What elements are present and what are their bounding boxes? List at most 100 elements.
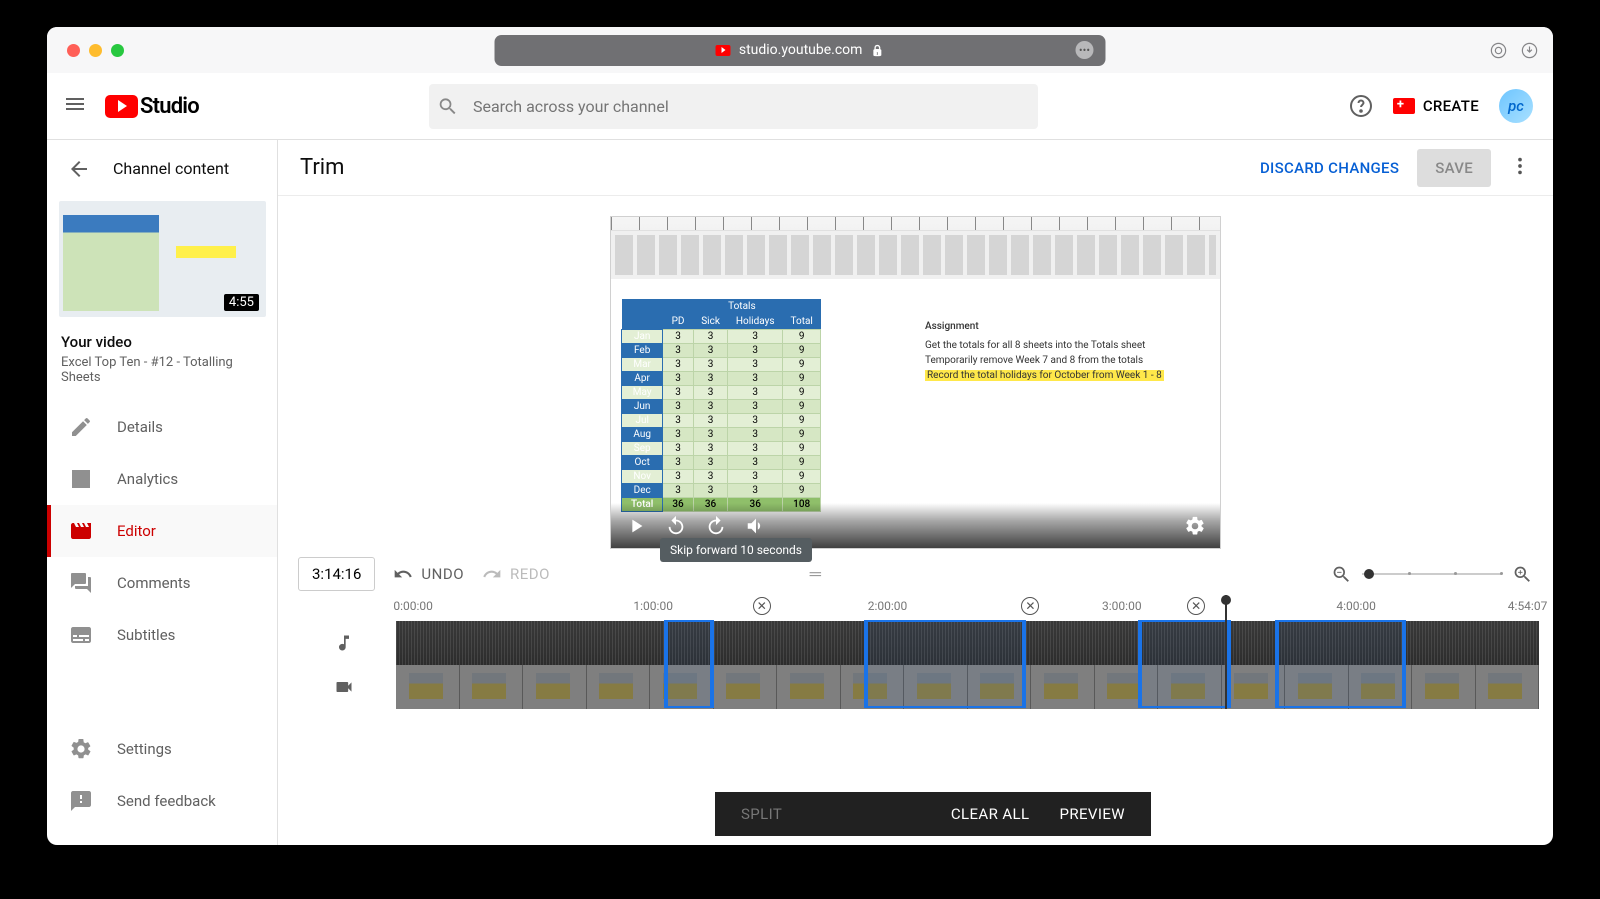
ruler-mark: 4:54:07 — [1508, 599, 1548, 613]
zoom-out-icon[interactable] — [1331, 564, 1352, 585]
nav-settings-label: Settings — [117, 740, 172, 758]
menu-icon[interactable] — [63, 92, 87, 120]
browser-titlebar: studio.youtube.com ••• — [47, 27, 1553, 73]
redo-button[interactable]: REDO — [482, 564, 550, 584]
close-window-icon[interactable] — [67, 44, 80, 57]
nav-analytics[interactable]: Analytics — [47, 453, 277, 505]
playhead[interactable] — [1225, 595, 1227, 709]
downloads-icon[interactable] — [1520, 41, 1539, 60]
timecode-input[interactable]: 3:14:16 — [298, 557, 375, 591]
youtube-logo-icon — [105, 95, 138, 118]
your-video-label: Your video — [61, 333, 263, 351]
zoom-in-icon[interactable] — [1512, 564, 1533, 585]
skip-forward-icon[interactable] — [705, 515, 727, 537]
nav-details[interactable]: Details — [47, 401, 277, 453]
more-options-button[interactable] — [1509, 155, 1531, 181]
traffic-lights[interactable] — [67, 44, 124, 57]
ruler-mark: 2:00:00 — [868, 599, 908, 613]
nav-subtitles[interactable]: Subtitles — [47, 609, 277, 661]
delete-segment-icon[interactable]: ✕ — [1021, 597, 1039, 615]
page-title: Trim — [300, 155, 344, 180]
video-thumbnail[interactable]: 4:55 — [59, 201, 265, 317]
undo-button[interactable]: UNDO — [393, 564, 464, 584]
help-icon[interactable] — [1349, 94, 1373, 118]
skip-back-icon[interactable] — [665, 515, 687, 537]
trim-segment[interactable] — [664, 620, 714, 708]
comments-icon — [69, 571, 93, 595]
youtube-favicon-icon — [716, 45, 731, 56]
ruler-mark: 1:00:00 — [633, 599, 673, 613]
url-text: studio.youtube.com — [739, 42, 863, 58]
minimize-window-icon[interactable] — [89, 44, 102, 57]
zoom-slider[interactable] — [1362, 573, 1502, 575]
timeline-ruler[interactable]: 0:00:00 1:00:00 2:00:00 3:00:00 4:00:00 … — [396, 599, 1539, 621]
ruler-mark: 0:00:00 — [393, 599, 433, 613]
nav-feedback[interactable]: Send feedback — [47, 775, 277, 827]
discard-changes-button[interactable]: DISCARD CHANGES — [1260, 159, 1399, 177]
split-button[interactable]: SPLIT — [715, 805, 808, 823]
volume-icon[interactable] — [745, 515, 767, 537]
clear-all-button[interactable]: CLEAR ALL — [951, 805, 1030, 823]
preview-assignment-text: Assignment Get the totals for all 8 shee… — [925, 321, 1164, 385]
panel-drag-handle[interactable]: ═ — [810, 564, 830, 584]
nav-analytics-label: Analytics — [117, 470, 178, 488]
nav-feedback-label: Send feedback — [117, 792, 216, 810]
video-camera-icon — [334, 677, 354, 697]
video-track-label[interactable] — [292, 665, 396, 709]
nav-editor-label: Editor — [117, 522, 156, 540]
play-icon[interactable] — [625, 515, 647, 537]
url-bar[interactable]: studio.youtube.com ••• — [495, 35, 1106, 66]
nav-editor[interactable]: Editor — [47, 505, 277, 557]
ruler-mark: 4:00:00 — [1336, 599, 1376, 613]
nav-comments-label: Comments — [117, 574, 191, 592]
redo-label: REDO — [510, 565, 550, 583]
music-note-icon — [334, 633, 354, 653]
preview-button[interactable]: PREVIEW — [1060, 805, 1126, 823]
delete-segment-icon[interactable]: ✕ — [1187, 597, 1205, 615]
trim-segment[interactable] — [864, 620, 1026, 708]
nav-details-label: Details — [117, 418, 163, 436]
trim-action-bar: SPLIT CLEAR ALL PREVIEW — [715, 792, 1151, 836]
privacy-report-icon[interactable] — [1489, 41, 1508, 60]
back-arrow-icon — [67, 157, 91, 181]
nav-subtitles-label: Subtitles — [117, 626, 175, 644]
timeline-tracks[interactable] — [292, 621, 1539, 709]
preview-spreadsheet: TotalsPDSickHolidaysTotalJan3339Feb3339M… — [621, 299, 821, 512]
search-icon — [437, 95, 459, 118]
ruler-mark: 3:00:00 — [1102, 599, 1142, 613]
pencil-icon — [69, 415, 93, 439]
back-to-channel-content[interactable]: Channel content — [47, 142, 277, 195]
lock-icon — [870, 42, 884, 58]
undo-icon — [393, 564, 413, 584]
create-button[interactable]: CREATE — [1393, 97, 1479, 115]
account-avatar[interactable]: pc — [1499, 89, 1533, 123]
search-box[interactable] — [429, 84, 1038, 129]
create-label: CREATE — [1423, 97, 1479, 115]
nav-settings[interactable]: Settings — [47, 723, 277, 775]
thumbnail-duration: 4:55 — [224, 294, 259, 311]
trim-segment[interactable] — [1275, 620, 1406, 708]
search-input[interactable] — [473, 97, 1030, 116]
gear-icon — [69, 737, 93, 761]
maximize-window-icon[interactable] — [111, 44, 124, 57]
redo-icon — [482, 564, 502, 584]
video-title: Excel Top Ten - #12 - Totalling Sheets — [61, 355, 263, 385]
nav-comments[interactable]: Comments — [47, 557, 277, 609]
page-header: Trim DISCARD CHANGES SAVE — [278, 140, 1553, 196]
save-button[interactable]: SAVE — [1417, 149, 1491, 187]
subtitles-icon — [69, 623, 93, 647]
skip-forward-tooltip: Skip forward 10 seconds — [660, 538, 812, 562]
audio-track-label[interactable] — [292, 621, 396, 665]
timeline-toolbar: 3:14:16 UNDO REDO ═ — [278, 549, 1553, 599]
create-camera-icon — [1393, 98, 1415, 114]
player-settings-icon[interactable] — [1184, 515, 1206, 537]
reader-icon[interactable]: ••• — [1076, 41, 1094, 59]
studio-logo[interactable]: Studio — [105, 94, 199, 119]
trim-segment[interactable] — [1138, 620, 1232, 708]
analytics-icon — [69, 467, 93, 491]
sidebar: Channel content 4:55 Your video Excel To… — [47, 140, 278, 845]
delete-segment-icon[interactable]: ✕ — [753, 597, 771, 615]
editor-icon — [69, 519, 93, 543]
back-label: Channel content — [113, 159, 229, 178]
video-preview[interactable]: TotalsPDSickHolidaysTotalJan3339Feb3339M… — [610, 216, 1221, 549]
